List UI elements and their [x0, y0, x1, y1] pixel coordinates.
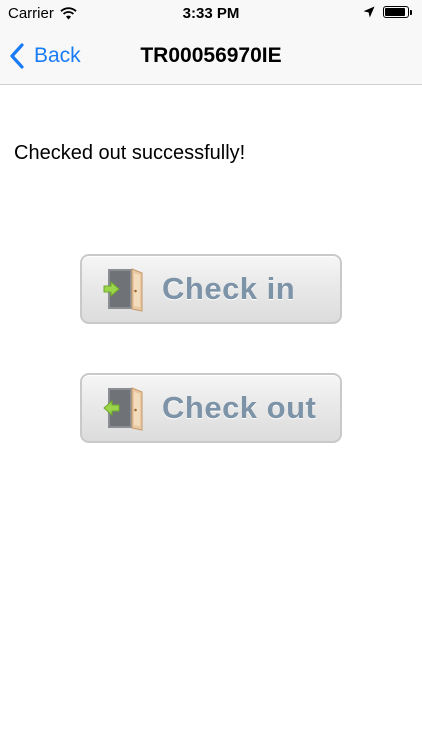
- battery-tip: [410, 9, 412, 15]
- door-enter-icon: [103, 268, 143, 312]
- back-button[interactable]: Back: [8, 28, 81, 84]
- status-message: Checked out successfully!: [14, 142, 246, 164]
- status-time: 3:33 PM: [182, 5, 240, 22]
- battery-icon: [383, 6, 409, 18]
- status-right: [363, 6, 412, 18]
- location-arrow-icon: [363, 6, 375, 18]
- check-in-button[interactable]: Check in: [80, 254, 342, 324]
- battery-fill: [385, 8, 405, 16]
- check-in-label: Check in: [162, 271, 296, 306]
- check-out-button[interactable]: Check out: [80, 373, 342, 443]
- check-out-label: Check out: [162, 390, 317, 425]
- back-label: Back: [34, 44, 81, 67]
- door-exit-icon: [103, 387, 143, 431]
- navigation-bar: TR00056970IE Back: [0, 28, 422, 85]
- screen: Carrier 3:33 PM TR00056970IE Back Checke…: [0, 0, 422, 750]
- status-bar: Carrier 3:33 PM: [0, 0, 422, 28]
- chevron-left-icon: [10, 43, 24, 69]
